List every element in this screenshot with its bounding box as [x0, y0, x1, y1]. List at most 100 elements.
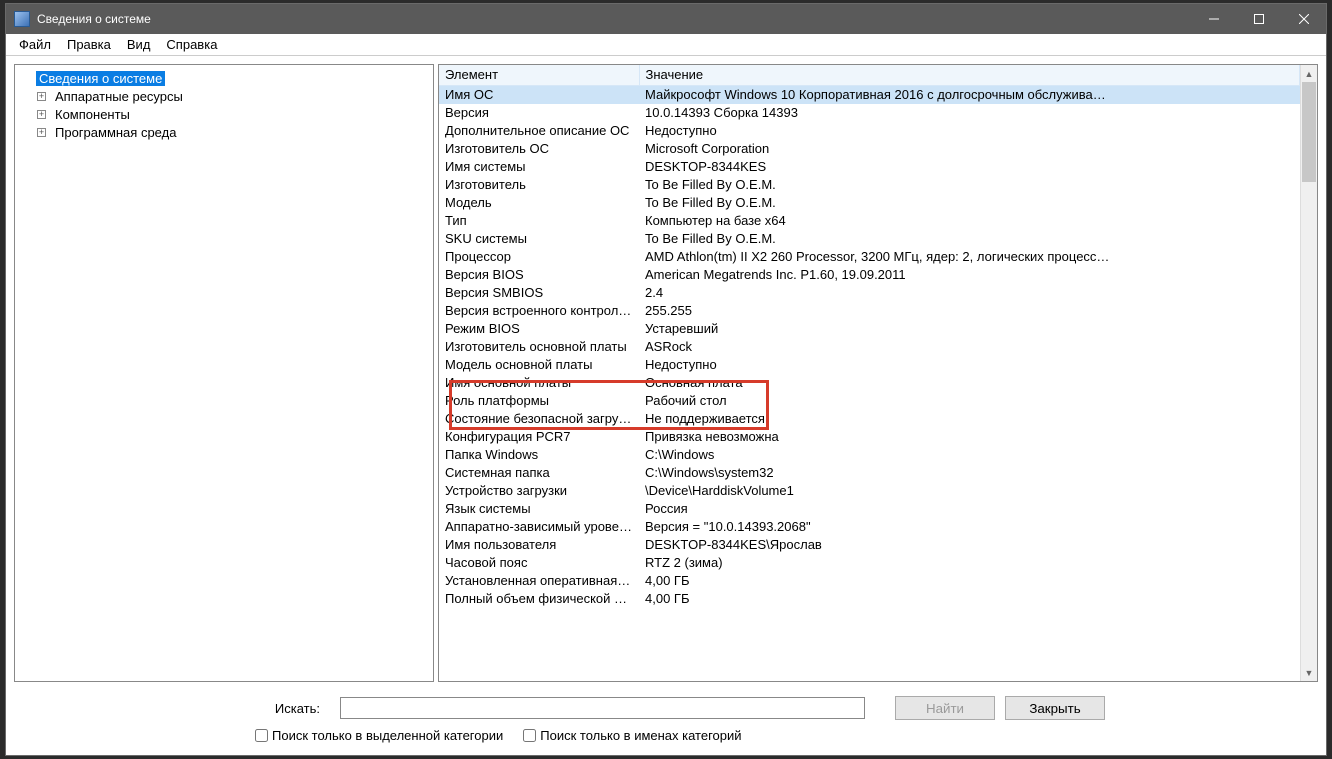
table-row[interactable]: Имя ОСМайкрософт Windows 10 Корпоративна…: [439, 85, 1300, 104]
minimize-button[interactable]: [1191, 4, 1236, 34]
table-row[interactable]: Версия SMBIOS2.4: [439, 284, 1300, 302]
table-row[interactable]: Часовой поясRTZ 2 (зима): [439, 554, 1300, 572]
col-element[interactable]: Элемент: [439, 65, 639, 85]
category-tree-pane: Сведения о системе + Аппаратные ресурсы …: [14, 64, 434, 682]
table-row[interactable]: Изготовитель ОСMicrosoft Corporation: [439, 140, 1300, 158]
menu-edit[interactable]: Правка: [59, 35, 119, 54]
cell-element: Режим BIOS: [439, 320, 639, 338]
menu-file[interactable]: Файл: [11, 35, 59, 54]
menu-bar: Файл Правка Вид Справка: [6, 34, 1326, 56]
tree-expand-icon: [19, 72, 32, 85]
tree-expand-icon[interactable]: +: [35, 90, 48, 103]
cell-element: Версия BIOS: [439, 266, 639, 284]
cell-value: Рабочий стол: [639, 392, 1300, 410]
close-search-button[interactable]: Закрыть: [1005, 696, 1105, 720]
cell-value: ASRock: [639, 338, 1300, 356]
table-row[interactable]: Состояние безопасной загруз…Не поддержив…: [439, 410, 1300, 428]
table-row[interactable]: Дополнительное описание ОСНедоступно: [439, 122, 1300, 140]
chk-category-names-box[interactable]: [523, 729, 536, 742]
cell-element: Изготовитель ОС: [439, 140, 639, 158]
cell-element: Имя основной платы: [439, 374, 639, 392]
cell-element: Язык системы: [439, 500, 639, 518]
scroll-up-icon[interactable]: ▲: [1301, 65, 1317, 82]
table-row[interactable]: Папка WindowsC:\Windows: [439, 446, 1300, 464]
table-row[interactable]: Конфигурация PCR7Привязка невозможна: [439, 428, 1300, 446]
vertical-scrollbar[interactable]: ▲ ▼: [1300, 65, 1317, 681]
cell-value: 4,00 ГБ: [639, 572, 1300, 590]
scroll-down-icon[interactable]: ▼: [1301, 664, 1317, 681]
cell-value: DESKTOP-8344KES\Ярослав: [639, 536, 1300, 554]
table-row[interactable]: Роль платформыРабочий стол: [439, 392, 1300, 410]
cell-value: To Be Filled By O.E.M.: [639, 230, 1300, 248]
table-row[interactable]: МодельTo Be Filled By O.E.M.: [439, 194, 1300, 212]
cell-value: RTZ 2 (зима): [639, 554, 1300, 572]
table-row[interactable]: Имя основной платыОсновная плата: [439, 374, 1300, 392]
detail-pane: Элемент Значение Имя ОСМайкрософт Window…: [438, 64, 1318, 682]
cell-value: Microsoft Corporation: [639, 140, 1300, 158]
table-row[interactable]: Установленная оперативная п…4,00 ГБ: [439, 572, 1300, 590]
chk-selected-category-box[interactable]: [255, 729, 268, 742]
cell-element: Модель основной платы: [439, 356, 639, 374]
menu-help[interactable]: Справка: [158, 35, 225, 54]
table-row[interactable]: Устройство загрузки\Device\HarddiskVolum…: [439, 482, 1300, 500]
table-row[interactable]: Системная папкаC:\Windows\system32: [439, 464, 1300, 482]
cell-element: Изготовитель основной платы: [439, 338, 639, 356]
cell-value: 2.4: [639, 284, 1300, 302]
table-row[interactable]: Версия10.0.14393 Сборка 14393: [439, 104, 1300, 122]
cell-element: Полный объем физической па…: [439, 590, 639, 608]
cell-value: 4,00 ГБ: [639, 590, 1300, 608]
cell-element: Версия SMBIOS: [439, 284, 639, 302]
cell-value: To Be Filled By O.E.M.: [639, 194, 1300, 212]
cell-element: Модель: [439, 194, 639, 212]
tree-node-software[interactable]: + Программная среда: [19, 123, 429, 141]
table-row[interactable]: ИзготовительTo Be Filled By O.E.M.: [439, 176, 1300, 194]
cell-value: 10.0.14393 Сборка 14393: [639, 104, 1300, 122]
cell-value: DESKTOP-8344KES: [639, 158, 1300, 176]
cell-element: Роль платформы: [439, 392, 639, 410]
table-row[interactable]: ТипКомпьютер на базе x64: [439, 212, 1300, 230]
table-row[interactable]: Язык системыРоссия: [439, 500, 1300, 518]
tree-node-root[interactable]: Сведения о системе: [19, 69, 429, 87]
scrollbar-thumb[interactable]: [1302, 82, 1316, 182]
app-window: Сведения о системе Файл Правка Вид Справ…: [5, 3, 1327, 756]
search-input[interactable]: [340, 697, 865, 719]
window-title: Сведения о системе: [37, 12, 151, 26]
title-bar[interactable]: Сведения о системе: [6, 4, 1326, 34]
cell-element: Имя пользователя: [439, 536, 639, 554]
cell-element: Имя ОС: [439, 85, 639, 104]
cell-element: Дополнительное описание ОС: [439, 122, 639, 140]
table-row[interactable]: Режим BIOSУстаревший: [439, 320, 1300, 338]
col-value[interactable]: Значение: [639, 65, 1300, 85]
cell-element: Часовой пояс: [439, 554, 639, 572]
cell-element: Тип: [439, 212, 639, 230]
cell-element: Версия встроенного контролл…: [439, 302, 639, 320]
cell-value: Устаревший: [639, 320, 1300, 338]
table-row[interactable]: ПроцессорAMD Athlon(tm) II X2 260 Proces…: [439, 248, 1300, 266]
cell-value: American Megatrends Inc. P1.60, 19.09.20…: [639, 266, 1300, 284]
tree-expand-icon[interactable]: +: [35, 108, 48, 121]
tree-node-components[interactable]: + Компоненты: [19, 105, 429, 123]
cell-value: 255.255: [639, 302, 1300, 320]
menu-view[interactable]: Вид: [119, 35, 159, 54]
table-row[interactable]: SKU системыTo Be Filled By O.E.M.: [439, 230, 1300, 248]
chk-selected-category[interactable]: Поиск только в выделенной категории: [255, 728, 503, 743]
table-row[interactable]: Имя системыDESKTOP-8344KES: [439, 158, 1300, 176]
cell-value: Недоступно: [639, 356, 1300, 374]
table-row[interactable]: Имя пользователяDESKTOP-8344KES\Ярослав: [439, 536, 1300, 554]
tree-node-hardware[interactable]: + Аппаратные ресурсы: [19, 87, 429, 105]
table-row[interactable]: Версия BIOSAmerican Megatrends Inc. P1.6…: [439, 266, 1300, 284]
chk-category-names[interactable]: Поиск только в именах категорий: [523, 728, 741, 743]
table-row[interactable]: Аппаратно-зависимый уровен…Версия = "10.…: [439, 518, 1300, 536]
find-button[interactable]: Найти: [895, 696, 995, 720]
cell-element: Изготовитель: [439, 176, 639, 194]
cell-element: Версия: [439, 104, 639, 122]
tree-expand-icon[interactable]: +: [35, 126, 48, 139]
table-row[interactable]: Версия встроенного контролл…255.255: [439, 302, 1300, 320]
maximize-button[interactable]: [1236, 4, 1281, 34]
table-row[interactable]: Модель основной платыНедоступно: [439, 356, 1300, 374]
cell-value: To Be Filled By O.E.M.: [639, 176, 1300, 194]
table-row[interactable]: Изготовитель основной платыASRock: [439, 338, 1300, 356]
close-button[interactable]: [1281, 4, 1326, 34]
table-row[interactable]: Полный объем физической па…4,00 ГБ: [439, 590, 1300, 608]
cell-value: Россия: [639, 500, 1300, 518]
